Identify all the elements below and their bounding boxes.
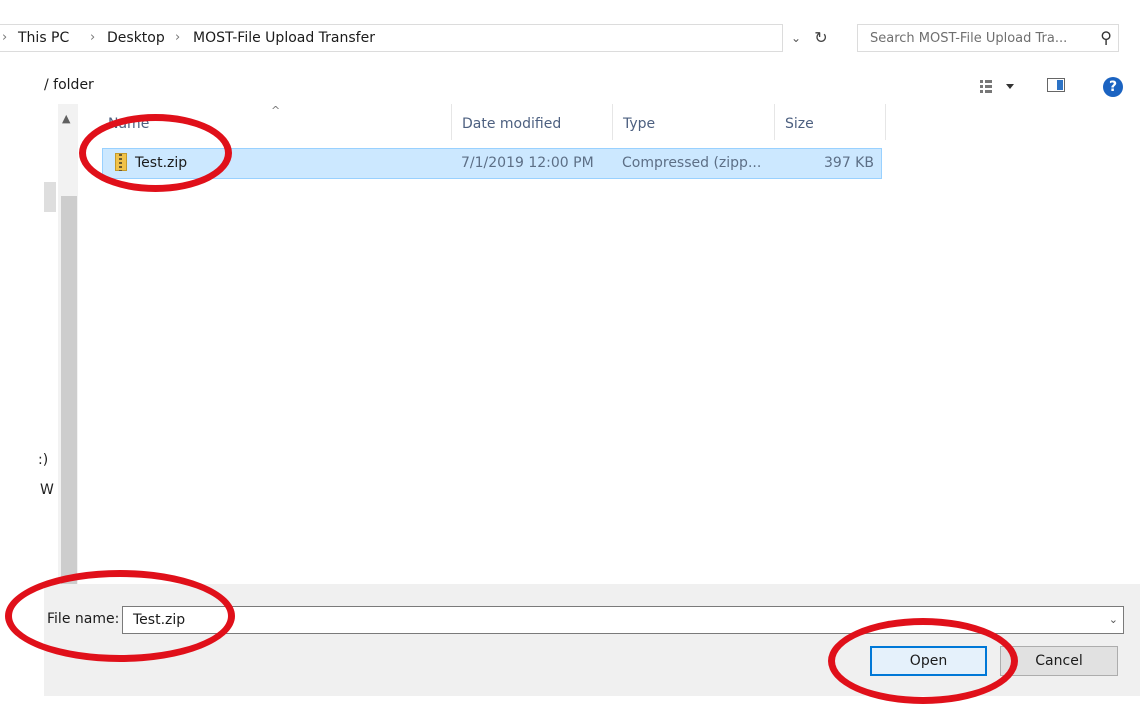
dialog-footer: File name: Test.zip ⌄ Open Cancel [44,584,1140,696]
search-icon[interactable]: ⚲ [1100,28,1112,47]
file-open-dialog: › This PC › Desktop › MOST-File Upload T… [0,0,1140,704]
address-bar[interactable]: › This PC › Desktop › MOST-File Upload T… [0,24,783,52]
nav-item-fragment[interactable]: :) [38,452,48,468]
breadcrumb-current-folder[interactable]: MOST-File Upload Transfer [193,30,375,46]
file-name: Test.zip [135,155,188,171]
nav-item-fragment[interactable]: W [40,482,54,498]
breadcrumb-separator: › [90,30,96,45]
file-row[interactable]: Test.zip 7/1/2019 12:00 PM Compressed (z… [102,148,882,179]
file-name-label: File name: [47,611,120,627]
view-options-icon[interactable] [978,76,1020,96]
file-name-field[interactable]: Test.zip ⌄ [122,606,1124,634]
search-input[interactable]: Search MOST-File Upload Tra... [870,31,1067,46]
address-row: › This PC › Desktop › MOST-File Upload T… [0,0,1140,64]
breadcrumb-desktop[interactable]: Desktop [107,30,165,46]
column-divider[interactable] [885,104,886,140]
column-divider[interactable] [612,104,613,140]
file-size: 397 KB [824,155,874,171]
preview-pane-icon[interactable] [1047,78,1065,92]
breadcrumb-this-pc[interactable]: This PC [18,30,69,46]
refresh-icon[interactable]: ↻ [810,26,832,50]
nav-item-highlight [44,182,56,212]
column-divider[interactable] [451,104,452,140]
toolbar: / folder ? [0,64,1140,104]
zip-folder-icon [115,153,127,171]
file-list[interactable]: Name ^ Date modified Type Size Test.zip … [78,104,1140,584]
help-icon[interactable]: ? [1103,77,1123,97]
file-name-value[interactable]: Test.zip [133,612,185,628]
chevron-down-icon[interactable]: ⌄ [1109,613,1118,626]
navigation-pane[interactable]: ▲ :) W [0,104,78,664]
breadcrumb-separator: › [175,30,181,45]
open-button[interactable]: Open [870,646,987,676]
search-box[interactable]: Search MOST-File Upload Tra... ⚲ [857,24,1119,52]
new-folder-button[interactable]: / folder [44,77,94,93]
column-header-type[interactable]: Type [623,116,655,132]
file-type: Compressed (zipp... [622,155,762,171]
breadcrumb-separator: › [2,30,8,45]
scroll-up-icon[interactable]: ▲ [62,112,70,125]
column-header-name[interactable]: Name [108,116,149,132]
column-divider[interactable] [774,104,775,140]
column-header-size[interactable]: Size [785,116,814,132]
sort-ascending-icon: ^ [271,104,281,117]
cancel-button[interactable]: Cancel [1000,646,1118,676]
file-date: 7/1/2019 12:00 PM [461,155,594,171]
chevron-down-icon[interactable]: ⌄ [787,28,805,48]
column-header-date[interactable]: Date modified [462,116,561,132]
